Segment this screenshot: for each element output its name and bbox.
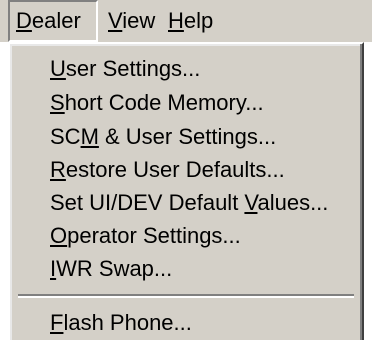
menu-label: Dealer — [16, 8, 81, 33]
menu-label: Help — [168, 8, 214, 33]
menu-item-iwr-swap[interactable]: IWR Swap... — [14, 252, 358, 285]
menu-label: User Settings... — [50, 56, 201, 81]
menu-item-short-code-memory[interactable]: Short Code Memory... — [14, 86, 358, 119]
menu-item-user-settings[interactable]: User Settings... — [14, 52, 358, 85]
menu-label: SCM & User Settings... — [50, 124, 277, 149]
menu-label: View — [108, 8, 156, 33]
menu-label: Restore User Defaults... — [50, 157, 285, 182]
menu-item-set-ui-dev-defaults[interactable]: Set UI/DEV Default Values... — [14, 186, 358, 219]
menu-view[interactable]: View — [100, 0, 160, 42]
menu-label: Short Code Memory... — [50, 90, 264, 115]
menu-label: IWR Swap... — [50, 256, 173, 281]
menu-item-scm-user-settings[interactable]: SCM & User Settings... — [14, 120, 358, 153]
menu-label: Operator Settings... — [50, 223, 241, 248]
menu-item-operator-settings[interactable]: Operator Settings... — [14, 219, 358, 252]
menu-label: Flash Phone... — [50, 310, 192, 335]
menu-separator — [18, 294, 354, 298]
dealer-dropdown-menu: User Settings... Short Code Memory... SC… — [8, 42, 364, 340]
menu-bar: Dealer View Help — [0, 0, 372, 42]
menu-item-flash-phone[interactable]: Flash Phone... — [14, 306, 358, 339]
menu-help[interactable]: Help — [160, 0, 224, 42]
menu-dealer[interactable]: Dealer — [8, 0, 98, 42]
menu-label: Set UI/DEV Default Values... — [50, 190, 329, 215]
menu-item-restore-user-defaults[interactable]: Restore User Defaults... — [14, 153, 358, 186]
